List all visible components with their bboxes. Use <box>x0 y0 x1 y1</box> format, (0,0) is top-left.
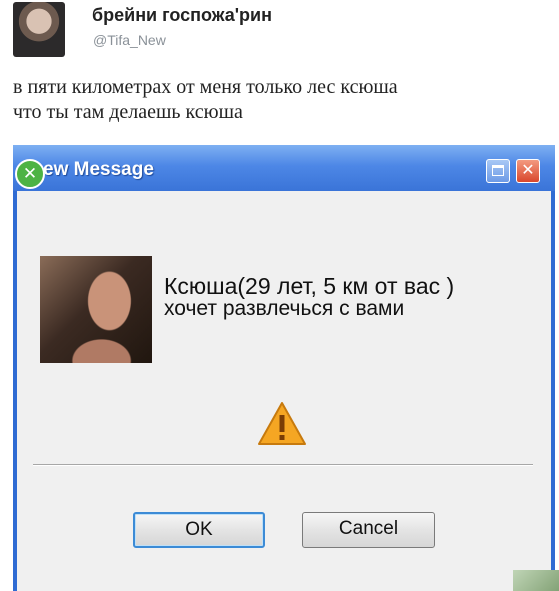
app-icon: ✕ <box>15 159 45 189</box>
display-name[interactable]: брейни госпожа'рин <box>92 5 272 26</box>
warning-icon <box>258 402 306 445</box>
tweet-text-line: в пяти километрах от меня только лес ксю… <box>13 76 398 98</box>
dialog-divider <box>33 464 533 466</box>
message-text: хочет развлечься с вами <box>164 297 405 320</box>
maximize-button[interactable] <box>486 159 510 183</box>
tweet-text: в пяти километрах от меня только лес ксю… <box>13 75 543 125</box>
ok-button[interactable]: OK <box>133 512 265 548</box>
corner-image-fragment <box>513 570 559 591</box>
close-button[interactable]: ✕ <box>516 159 540 183</box>
dialog-titlebar: ✕ ew Message ✕ <box>13 145 555 191</box>
message-sender-info: Ксюша(29 лет, 5 км от вас ) <box>164 273 455 299</box>
user-handle[interactable]: @Tifa_New <box>93 32 166 48</box>
profile-photo <box>40 256 152 363</box>
avatar[interactable] <box>13 2 65 57</box>
dialog-title: ew Message <box>43 159 154 180</box>
cancel-button[interactable]: Cancel <box>302 512 435 548</box>
tweet-text-line: что ты там делаешь ксюша <box>13 101 243 123</box>
dialog-body: Ксюша(29 лет, 5 км от вас ) хочет развле… <box>17 191 551 591</box>
embedded-dialog-screenshot: ✕ ew Message ✕ Ксюша(29 лет, 5 км от вас… <box>13 145 555 591</box>
